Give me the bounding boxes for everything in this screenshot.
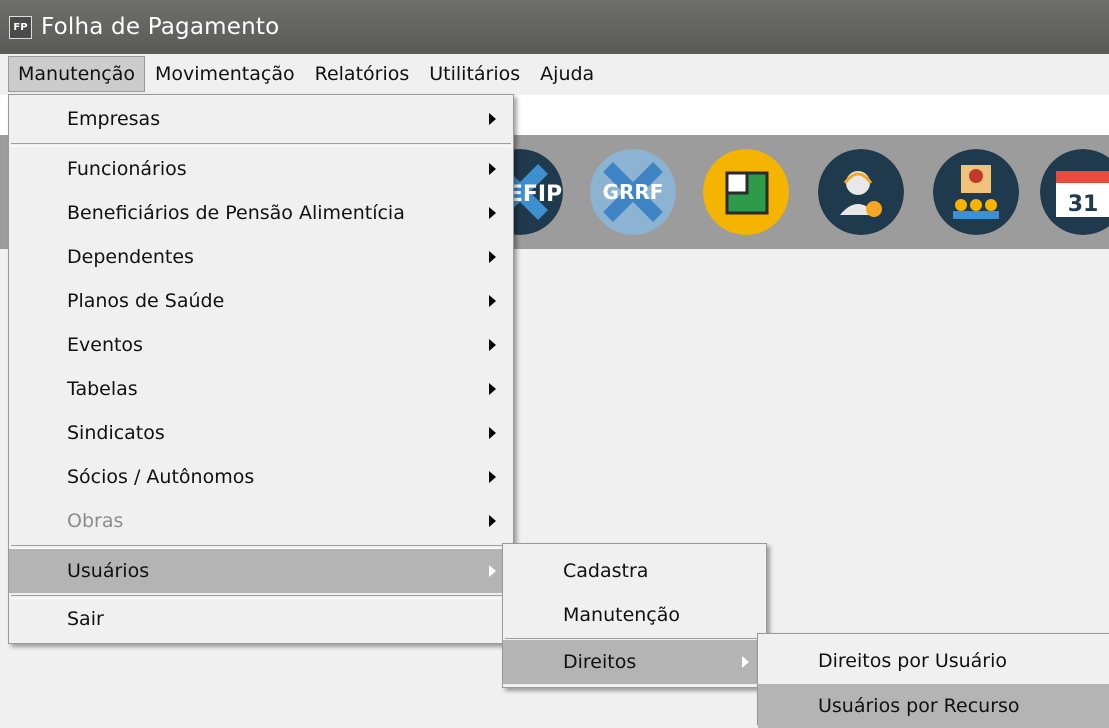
- menu-item-label: Beneficiários de Pensão Alimentícia: [67, 202, 405, 224]
- menu-item-obras: Obras: [9, 499, 513, 543]
- submenu-arrow-icon: [489, 339, 496, 351]
- submenu-arrow-icon: [489, 113, 496, 125]
- menu-item-label: Dependentes: [67, 246, 194, 268]
- menu-item-beneficiarios[interactable]: Beneficiários de Pensão Alimentícia: [9, 191, 513, 235]
- menu-item-eventos[interactable]: Eventos: [9, 323, 513, 367]
- menu-item-usuarios[interactable]: Usuários: [9, 549, 513, 593]
- submenu-arrow-icon: [742, 656, 749, 668]
- submenu-arrow-icon: [489, 515, 496, 527]
- menu-utilitarios[interactable]: Utilitários: [419, 57, 530, 91]
- submenu-arrow-icon: [489, 163, 496, 175]
- menu-item-label: Obras: [67, 510, 124, 532]
- menu-item-usuarios-por-recurso[interactable]: Usuários por Recurso: [758, 684, 1109, 728]
- menu-item-label: Eventos: [67, 334, 143, 356]
- svg-text:GRRF: GRRF: [603, 180, 664, 204]
- calendar-button[interactable]: 31: [1040, 149, 1109, 235]
- menu-item-label: Sócios / Autônomos: [67, 466, 255, 488]
- menu-manutencao[interactable]: Manutenção: [8, 56, 146, 92]
- menu-item-cadastra[interactable]: Cadastra: [503, 549, 766, 593]
- menu-bar: Manutenção Movimentação Relatórios Utili…: [0, 54, 1109, 94]
- menu-movimentacao[interactable]: Movimentação: [145, 57, 305, 91]
- app-icon: FP: [9, 15, 32, 39]
- users-group-icon: [933, 149, 1019, 235]
- menu-item-label: Sindicatos: [67, 422, 165, 444]
- menu-item-label: Manutenção: [563, 604, 681, 626]
- menu-item-direitos[interactable]: Direitos: [503, 640, 766, 684]
- menu-item-dependentes[interactable]: Dependentes: [9, 235, 513, 279]
- menu-item-label: Direitos: [563, 651, 637, 673]
- document-icon: [703, 149, 789, 235]
- grrf-icon: GRRF: [590, 149, 676, 235]
- submenu-arrow-icon: [489, 471, 496, 483]
- calendar-icon: 31: [1040, 149, 1109, 235]
- menu-item-label: Empresas: [67, 108, 161, 130]
- svg-text:EFIP: EFIP: [508, 182, 562, 207]
- menu-item-label: Usuários: [67, 560, 150, 582]
- support-agent-icon: [818, 149, 904, 235]
- submenu-arrow-icon: [489, 295, 496, 307]
- menu-item-empresas[interactable]: Empresas: [9, 97, 513, 141]
- grrf-button[interactable]: GRRF: [590, 149, 676, 235]
- menu-item-label: Funcionários: [67, 158, 187, 180]
- document-button[interactable]: [703, 149, 789, 235]
- submenu-arrow-icon: [489, 207, 496, 219]
- direitos-submenu: Direitos por Usuário Usuários por Recurs…: [757, 633, 1109, 728]
- menu-item-funcionarios[interactable]: Funcionários: [9, 147, 513, 191]
- title-bar: FP Folha de Pagamento: [0, 0, 1109, 54]
- menu-item-sindicatos[interactable]: Sindicatos: [9, 411, 513, 455]
- window-title: Folha de Pagamento: [41, 14, 280, 40]
- menu-item-label: Tabelas: [67, 378, 138, 400]
- menu-item-planos-de-saude[interactable]: Planos de Saúde: [9, 279, 513, 323]
- menu-item-label: Sair: [67, 608, 104, 630]
- menu-item-tabelas[interactable]: Tabelas: [9, 367, 513, 411]
- submenu-arrow-icon: [489, 251, 496, 263]
- menu-item-label: Direitos por Usuário: [818, 650, 1008, 672]
- menu-item-sair[interactable]: Sair: [9, 597, 513, 641]
- menu-item-label: Usuários por Recurso: [818, 695, 1020, 717]
- menu-item-manutencao[interactable]: Manutenção: [503, 593, 766, 637]
- support-button[interactable]: [818, 149, 904, 235]
- menu-ajuda[interactable]: Ajuda: [530, 57, 604, 91]
- usuarios-submenu: Cadastra Manutenção Direitos: [502, 543, 767, 688]
- menu-item-direitos-por-usuario[interactable]: Direitos por Usuário: [758, 639, 1109, 683]
- menu-item-socios-autonomos[interactable]: Sócios / Autônomos: [9, 455, 513, 499]
- manutencao-dropdown: Empresas Funcionários Beneficiários de P…: [8, 94, 514, 644]
- users-group-button[interactable]: [933, 149, 1019, 235]
- menu-item-label: Cadastra: [563, 560, 649, 582]
- submenu-arrow-icon: [489, 427, 496, 439]
- submenu-arrow-icon: [489, 565, 496, 577]
- menu-relatorios[interactable]: Relatórios: [305, 57, 420, 91]
- svg-text:31: 31: [1068, 192, 1099, 217]
- menu-item-label: Planos de Saúde: [67, 290, 225, 312]
- submenu-arrow-icon: [489, 383, 496, 395]
